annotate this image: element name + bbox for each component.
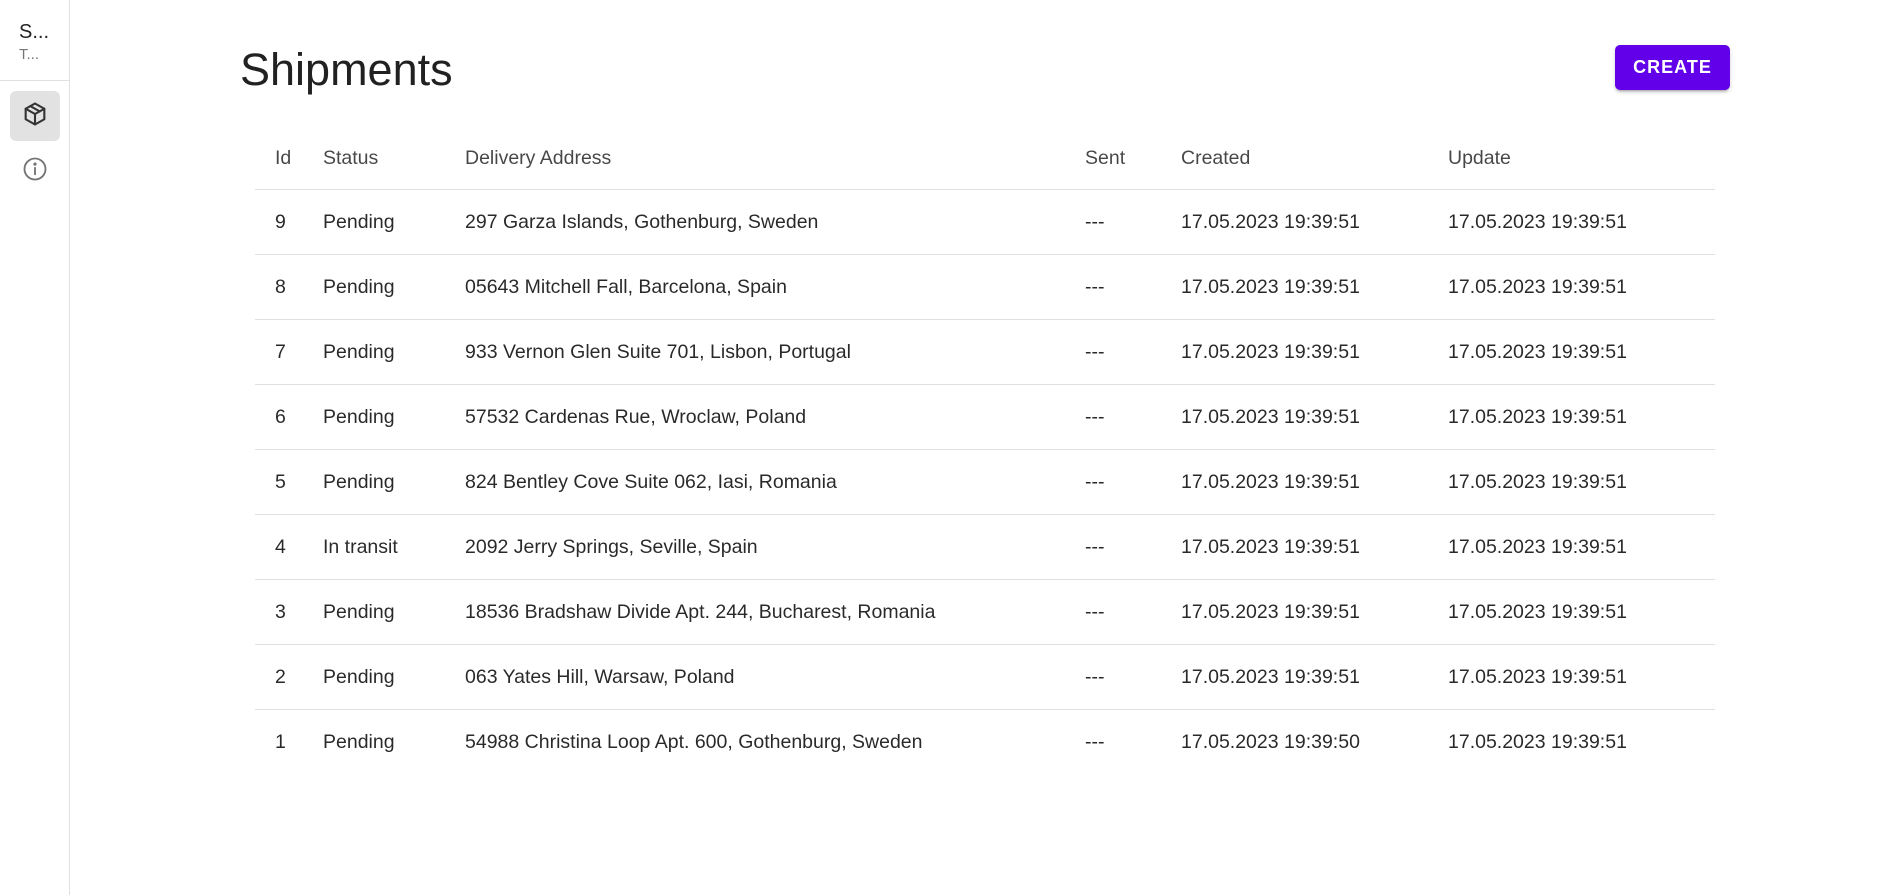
- cell-id: 5: [255, 449, 323, 515]
- cell-id: 3: [255, 579, 323, 645]
- cell-sent: ---: [1085, 644, 1181, 710]
- cell-id: 7: [255, 319, 323, 385]
- table-row[interactable]: 9 Pending 297 Garza Islands, Gothenburg,…: [255, 189, 1715, 255]
- cell-updated: 17.05.2023 19:39:51: [1448, 189, 1715, 255]
- cell-sent: ---: [1085, 579, 1181, 645]
- cell-address: 54988 Christina Loop Apt. 600, Gothenbur…: [465, 730, 923, 753]
- cell-sent: ---: [1085, 449, 1181, 515]
- cell-created: 17.05.2023 19:39:51: [1181, 514, 1448, 580]
- cell-address: 57532 Cardenas Rue, Wroclaw, Poland: [465, 384, 1085, 450]
- cell-updated: 17.05.2023 19:39:51: [1448, 319, 1715, 385]
- cell-updated: 17.05.2023 19:39:51: [1448, 644, 1715, 710]
- cell-status: Pending: [323, 384, 465, 450]
- cell-sent: ---: [1085, 319, 1181, 385]
- table-row[interactable]: 5 Pending 824 Bentley Cove Suite 062, Ia…: [255, 449, 1715, 515]
- cell-updated: 17.05.2023 19:39:51: [1448, 384, 1715, 450]
- package-icon: [21, 100, 49, 133]
- cell-created: 17.05.2023 19:39:51: [1181, 254, 1448, 320]
- cell-address: 297 Garza Islands, Gothenburg, Sweden: [465, 189, 1085, 255]
- cell-address: 18536 Bradshaw Divide Apt. 244, Buchares…: [465, 579, 1085, 645]
- cell-created: 17.05.2023 19:39:51: [1181, 319, 1448, 385]
- cell-status: Pending: [323, 189, 465, 255]
- column-header-delivery-address[interactable]: Delivery Address: [465, 128, 1085, 190]
- cell-id: 8: [255, 254, 323, 320]
- table-row[interactable]: 4 In transit 2092 Jerry Springs, Seville…: [255, 514, 1715, 580]
- table-row[interactable]: 8 Pending 05643 Mitchell Fall, Barcelona…: [255, 254, 1715, 320]
- sidebar-item-info[interactable]: [10, 146, 60, 196]
- create-button[interactable]: CREATE: [1615, 45, 1730, 90]
- cell-status: Pending: [323, 319, 465, 385]
- shipments-table: Id Status Delivery Address Sent Created …: [255, 128, 1715, 774]
- cell-updated: 17.05.2023 19:39:51: [1448, 449, 1715, 515]
- cell-address: 824 Bentley Cove Suite 062, Iasi, Romani…: [465, 449, 1085, 515]
- cell-address: 05643 Mitchell Fall, Barcelona, Spain: [465, 254, 1085, 320]
- cell-created: 17.05.2023 19:39:50: [1181, 730, 1360, 753]
- cell-id: 9: [255, 189, 323, 255]
- cell-status: Pending: [323, 579, 465, 645]
- cell-id: 1: [275, 730, 286, 753]
- cell-address: 933 Vernon Glen Suite 701, Lisbon, Portu…: [465, 319, 1085, 385]
- cell-status: Pending: [323, 730, 395, 753]
- table-header-row: Id Status Delivery Address Sent Created …: [255, 128, 1715, 190]
- cell-sent: ---: [1085, 189, 1181, 255]
- app-root: S... T... Shipments CREATE Id Status Del…: [0, 0, 1894, 895]
- table-row[interactable]: 6 Pending 57532 Cardenas Rue, Wroclaw, P…: [255, 384, 1715, 450]
- cell-sent: ---: [1085, 514, 1181, 580]
- cell-sent: ---: [1085, 384, 1181, 450]
- table-body: 9 Pending 297 Garza Islands, Gothenburg,…: [255, 189, 1715, 775]
- cell-created: 17.05.2023 19:39:51: [1181, 189, 1448, 255]
- cell-sent: ---: [1085, 730, 1105, 753]
- cell-created: 17.05.2023 19:39:51: [1181, 384, 1448, 450]
- cell-created: 17.05.2023 19:39:51: [1181, 644, 1448, 710]
- table-row[interactable]: 1 Pending 54988 Christina Loop Apt. 600,…: [255, 710, 1715, 775]
- sidebar-item-shipments[interactable]: [10, 91, 60, 141]
- page-title: Shipments: [240, 44, 453, 95]
- table-row[interactable]: 7 Pending 933 Vernon Glen Suite 701, Lis…: [255, 319, 1715, 385]
- main-content: Shipments CREATE Id Status Delivery Addr…: [70, 0, 1894, 895]
- cell-status: In transit: [323, 514, 465, 580]
- sidebar-subtitle: T...: [19, 46, 40, 63]
- table-row[interactable]: 2 Pending 063 Yates Hill, Warsaw, Poland…: [255, 644, 1715, 710]
- info-icon: [21, 155, 49, 188]
- cell-updated: 17.05.2023 19:39:51: [1448, 514, 1715, 580]
- column-header-update[interactable]: Update: [1448, 128, 1715, 190]
- sidebar-title: S...: [19, 21, 50, 43]
- cell-updated: 17.05.2023 19:39:51: [1448, 254, 1715, 320]
- cell-created: 17.05.2023 19:39:51: [1181, 449, 1448, 515]
- cell-id: 4: [255, 514, 323, 580]
- cell-status: Pending: [323, 644, 465, 710]
- sidebar-header: S... T...: [0, 0, 69, 81]
- cell-id: 6: [255, 384, 323, 450]
- column-header-id[interactable]: Id: [255, 128, 323, 190]
- column-header-status[interactable]: Status: [323, 128, 465, 190]
- cell-updated: 17.05.2023 19:39:51: [1448, 579, 1715, 645]
- cell-sent: ---: [1085, 254, 1181, 320]
- cell-address: 2092 Jerry Springs, Seville, Spain: [465, 514, 1085, 580]
- column-header-sent[interactable]: Sent: [1085, 128, 1181, 190]
- sidebar: S... T...: [0, 0, 70, 895]
- table-header: Id Status Delivery Address Sent Created …: [255, 128, 1715, 190]
- cell-address: 063 Yates Hill, Warsaw, Poland: [465, 644, 1085, 710]
- cell-status: Pending: [323, 254, 465, 320]
- cell-updated: 17.05.2023 19:39:51: [1448, 730, 1627, 753]
- table-row[interactable]: 3 Pending 18536 Bradshaw Divide Apt. 244…: [255, 579, 1715, 645]
- cell-id: 2: [255, 644, 323, 710]
- cell-created: 17.05.2023 19:39:51: [1181, 579, 1448, 645]
- cell-status: Pending: [323, 449, 465, 515]
- column-header-created[interactable]: Created: [1181, 128, 1448, 190]
